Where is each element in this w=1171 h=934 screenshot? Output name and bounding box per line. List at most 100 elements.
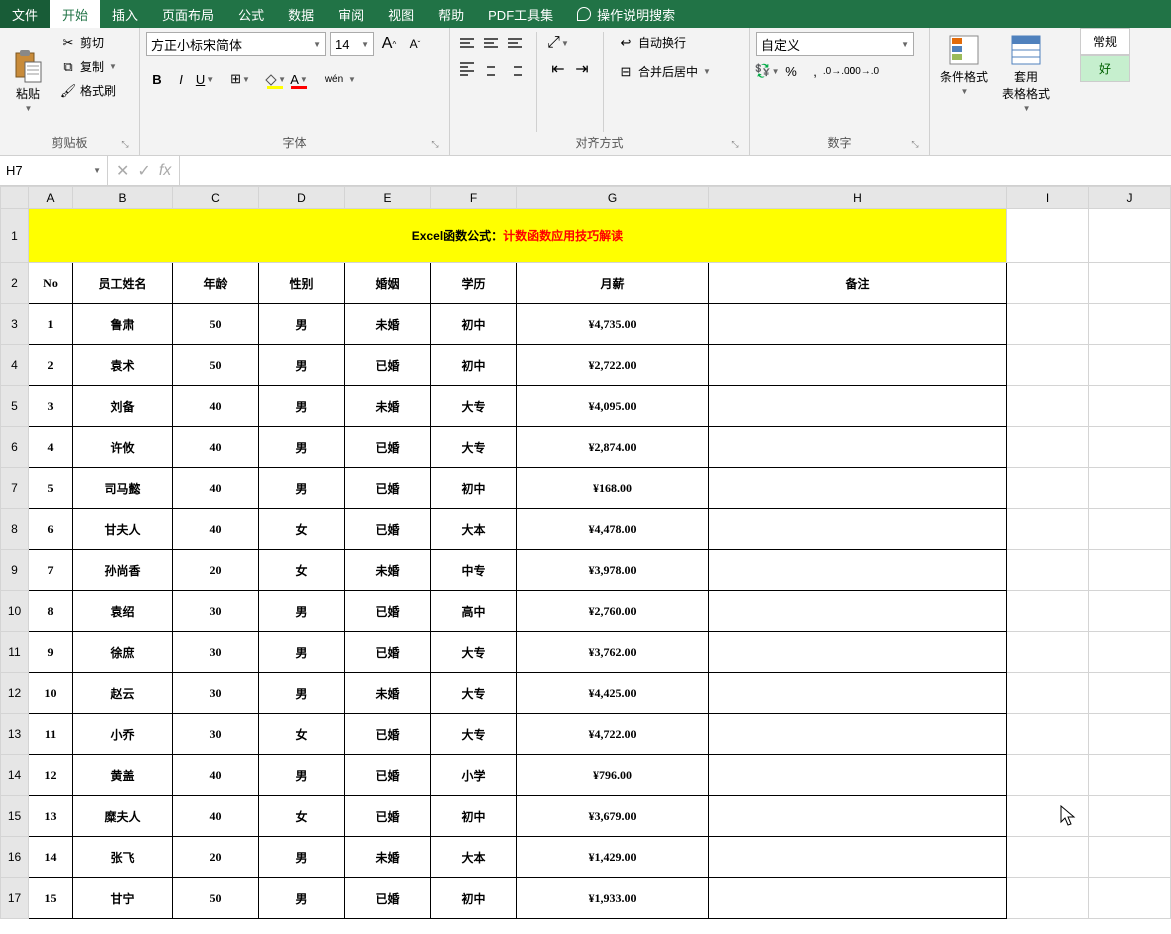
bold-button[interactable]: B — [146, 68, 168, 90]
cell-remark[interactable] — [709, 304, 1007, 345]
paste-button[interactable]: 粘贴 ▼ — [6, 32, 50, 132]
cell-sex[interactable]: 男 — [259, 591, 345, 632]
cell-sex[interactable]: 女 — [259, 509, 345, 550]
align-middle-button[interactable] — [480, 32, 502, 54]
table-header[interactable]: 性别 — [259, 263, 345, 304]
cell-age[interactable]: 40 — [173, 427, 259, 468]
cell-name[interactable]: 许攸 — [73, 427, 173, 468]
cell-education[interactable]: 大本 — [431, 509, 517, 550]
row-header[interactable]: 15 — [1, 796, 29, 837]
phonetic-button[interactable]: wén — [323, 68, 345, 90]
cell-no[interactable]: 12 — [29, 755, 73, 796]
decrease-decimal-button[interactable]: .00→.0 — [852, 60, 874, 82]
wrap-text-button[interactable]: ↩自动换行 — [614, 32, 715, 53]
cell-sex[interactable]: 男 — [259, 632, 345, 673]
row-header[interactable]: 9 — [1, 550, 29, 591]
accounting-button[interactable]: 💱▼ — [756, 60, 778, 82]
cell-sex[interactable]: 男 — [259, 386, 345, 427]
cell-marriage[interactable]: 未婚 — [345, 304, 431, 345]
launcher-icon[interactable]: ⤡ — [119, 139, 131, 151]
menu-review[interactable]: 审阅 — [326, 0, 376, 28]
cell-remark[interactable] — [709, 427, 1007, 468]
cell-no[interactable]: 5 — [29, 468, 73, 509]
row-header[interactable]: 3 — [1, 304, 29, 345]
font-size-combo[interactable]: 14▼ — [330, 32, 374, 56]
row-header[interactable]: 8 — [1, 509, 29, 550]
font-name-combo[interactable]: 方正小标宋简体▼ — [146, 32, 326, 56]
cell-salary[interactable]: ¥2,874.00 — [517, 427, 709, 468]
col-header[interactable]: I — [1007, 187, 1089, 209]
increase-font-button[interactable]: A^ — [378, 33, 400, 55]
cell-name[interactable]: 糜夫人 — [73, 796, 173, 837]
cell-no[interactable]: 9 — [29, 632, 73, 673]
cell-age[interactable]: 50 — [173, 304, 259, 345]
number-format-combo[interactable]: 自定义▼ — [756, 32, 914, 56]
cell-sex[interactable]: 男 — [259, 755, 345, 796]
cell-remark[interactable] — [709, 386, 1007, 427]
launcher-icon[interactable]: ⤡ — [909, 139, 921, 151]
cell-age[interactable]: 30 — [173, 632, 259, 673]
menu-help[interactable]: 帮助 — [426, 0, 476, 28]
border-button[interactable]: ⊞▼ — [229, 68, 251, 90]
cell-salary[interactable]: ¥4,425.00 — [517, 673, 709, 714]
decrease-font-button[interactable]: Aˇ — [404, 33, 426, 55]
select-all-corner[interactable] — [1, 187, 29, 209]
cell-marriage[interactable]: 已婚 — [345, 796, 431, 837]
cell-no[interactable]: 8 — [29, 591, 73, 632]
cell-marriage[interactable]: 已婚 — [345, 468, 431, 509]
cell-salary[interactable]: ¥4,095.00 — [517, 386, 709, 427]
cell-education[interactable]: 大专 — [431, 427, 517, 468]
cell-age[interactable]: 30 — [173, 673, 259, 714]
cell-marriage[interactable]: 未婚 — [345, 550, 431, 591]
cell-age[interactable]: 40 — [173, 468, 259, 509]
cell-name[interactable]: 徐庶 — [73, 632, 173, 673]
cell-sex[interactable]: 女 — [259, 550, 345, 591]
cell-name[interactable]: 甘夫人 — [73, 509, 173, 550]
copy-button[interactable]: ⧉复制▼ — [56, 56, 121, 77]
col-header[interactable]: G — [517, 187, 709, 209]
cell-salary[interactable]: ¥2,722.00 — [517, 345, 709, 386]
row-header[interactable]: 17 — [1, 878, 29, 919]
menu-file[interactable]: 文件 — [0, 0, 50, 28]
cell-age[interactable]: 40 — [173, 796, 259, 837]
cell-sex[interactable]: 男 — [259, 345, 345, 386]
cell-marriage[interactable]: 已婚 — [345, 878, 431, 919]
align-left-button[interactable] — [456, 58, 478, 80]
cell-education[interactable]: 大专 — [431, 673, 517, 714]
table-header[interactable]: 员工姓名 — [73, 263, 173, 304]
cell-age[interactable]: 20 — [173, 550, 259, 591]
cell-education[interactable]: 大专 — [431, 714, 517, 755]
row-header[interactable]: 14 — [1, 755, 29, 796]
cell-marriage[interactable]: 已婚 — [345, 755, 431, 796]
cell-no[interactable]: 4 — [29, 427, 73, 468]
cell-marriage[interactable]: 已婚 — [345, 714, 431, 755]
cell-education[interactable]: 大专 — [431, 632, 517, 673]
cell-remark[interactable] — [709, 345, 1007, 386]
spreadsheet-grid[interactable]: A B C D E F G H I J 1 Excel函数公式：计数函数应用技巧… — [0, 186, 1171, 919]
cell-name[interactable]: 张飞 — [73, 837, 173, 878]
cell-salary[interactable]: ¥3,978.00 — [517, 550, 709, 591]
cell-no[interactable]: 15 — [29, 878, 73, 919]
cell-remark[interactable] — [709, 591, 1007, 632]
merge-center-button[interactable]: ⊟合并后居中▼ — [614, 61, 715, 82]
cell-education[interactable]: 初中 — [431, 878, 517, 919]
row-header[interactable]: 5 — [1, 386, 29, 427]
col-header[interactable]: H — [709, 187, 1007, 209]
cell-no[interactable]: 7 — [29, 550, 73, 591]
cell-remark[interactable] — [709, 509, 1007, 550]
cell-age[interactable]: 30 — [173, 591, 259, 632]
cell-name[interactable]: 鲁肃 — [73, 304, 173, 345]
cell-sex[interactable]: 男 — [259, 304, 345, 345]
menu-pdf[interactable]: PDF工具集 — [476, 0, 565, 28]
row-header[interactable]: 2 — [1, 263, 29, 304]
cut-button[interactable]: ✂剪切 — [56, 32, 121, 53]
cell-salary[interactable]: ¥1,933.00 — [517, 878, 709, 919]
cell-marriage[interactable]: 已婚 — [345, 591, 431, 632]
cell-salary[interactable]: ¥3,679.00 — [517, 796, 709, 837]
menu-data[interactable]: 数据 — [276, 0, 326, 28]
launcher-icon[interactable]: ⤡ — [729, 139, 741, 151]
cell-name[interactable]: 黄盖 — [73, 755, 173, 796]
table-header[interactable]: No — [29, 263, 73, 304]
cell-remark[interactable] — [709, 837, 1007, 878]
cell-age[interactable]: 40 — [173, 509, 259, 550]
